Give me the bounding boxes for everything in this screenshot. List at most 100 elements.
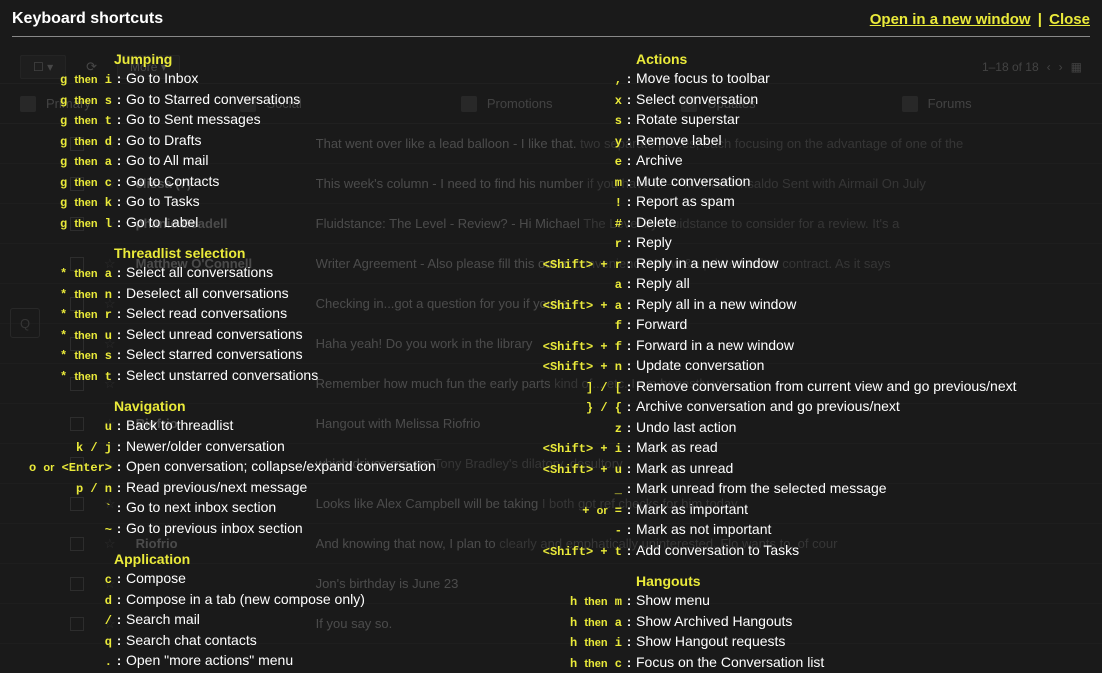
shortcut-row: <Shift> + a:Reply all in a new window [512, 295, 1090, 316]
shortcut-row: g then a:Go to All mail [12, 151, 512, 172]
shortcut-key: } / { [512, 399, 622, 418]
shortcut-row: r:Reply [512, 233, 1090, 254]
shortcut-key: h then a [512, 614, 622, 633]
shortcut-description: Reply [636, 233, 672, 252]
open-new-window-link[interactable]: Open in a new window [870, 11, 1031, 28]
shortcut-row: a:Reply all [512, 274, 1090, 295]
shortcut-description: Delete [636, 213, 676, 232]
shortcut-row: h then m:Show menu [512, 591, 1090, 612]
shortcut-row: u:Back to threadlist [12, 416, 512, 437]
shortcut-row: x:Select conversation [512, 90, 1090, 111]
shortcut-key: d [12, 592, 112, 611]
shortcut-row: * then n:Deselect all conversations [12, 284, 512, 305]
shortcut-row: p / n:Read previous/next message [12, 478, 512, 499]
overlay-header: Keyboard shortcuts Open in a new window … [12, 10, 1090, 37]
shortcut-row: * then s:Select starred conversations [12, 345, 512, 366]
shortcut-row: <Shift> + t:Add conversation to Tasks [512, 541, 1090, 562]
shortcut-description: Show menu [636, 591, 710, 610]
shortcut-description: Show Archived Hangouts [636, 612, 792, 631]
shortcut-description: Update conversation [636, 356, 764, 375]
shortcut-description: Go to Tasks [126, 192, 200, 211]
shortcut-row: q:Search chat contacts [12, 631, 512, 652]
shortcut-row: -:Mark as not important [512, 520, 1090, 541]
close-link[interactable]: Close [1049, 11, 1090, 28]
overlay-title: Keyboard shortcuts [12, 10, 163, 28]
shortcut-description: Go to All mail [126, 151, 208, 170]
shortcut-description: Back to threadlist [126, 416, 233, 435]
shortcut-row: `:Go to next inbox section [12, 498, 512, 519]
shortcut-row: * then t:Select unstarred conversations [12, 366, 512, 387]
shortcut-row: g then d:Go to Drafts [12, 131, 512, 152]
shortcut-description: Undo last action [636, 418, 736, 437]
shortcut-description: Deselect all conversations [126, 284, 289, 303]
shortcut-description: Newer/older conversation [126, 437, 285, 456]
shortcut-key: p / n [12, 480, 112, 499]
shortcut-description: Focus on the Conversation list [636, 653, 824, 672]
shortcut-row: y:Remove label [512, 131, 1090, 152]
shortcut-description: Select starred conversations [126, 345, 303, 364]
shortcut-key: c [12, 571, 112, 590]
shortcut-description: Mark as read [636, 438, 718, 457]
shortcut-key: f [512, 317, 622, 336]
shortcut-key: _ [512, 481, 622, 500]
section-heading: Threadlist selection [12, 241, 512, 263]
shortcut-key: u [12, 418, 112, 437]
shortcut-description: Rotate superstar [636, 110, 740, 129]
shortcut-row: * then a:Select all conversations [12, 263, 512, 284]
shortcut-row: g then c:Go to Contacts [12, 172, 512, 193]
shortcut-description: Go to Inbox [126, 69, 198, 88]
shortcut-description: Archive [636, 151, 683, 170]
shortcut-description: Show Hangout requests [636, 632, 785, 651]
shortcut-row: ~:Go to previous inbox section [12, 519, 512, 540]
shortcut-description: Go to Sent messages [126, 110, 261, 129]
keyboard-shortcuts-overlay: Keyboard shortcuts Open in a new window … [0, 0, 1102, 613]
shortcut-key: ~ [12, 521, 112, 540]
shortcut-key: - [512, 522, 622, 541]
shortcut-row: o or <Enter>:Open conversation; collapse… [12, 457, 512, 478]
shortcut-row: _:Mark unread from the selected message [512, 479, 1090, 500]
shortcut-row: <Shift> + n:Update conversation [512, 356, 1090, 377]
shortcut-key: o or <Enter> [12, 459, 112, 478]
shortcut-description: Reply in a new window [636, 254, 778, 273]
shortcut-description: Archive conversation and go previous/nex… [636, 397, 900, 416]
shortcut-row: g then t:Go to Sent messages [12, 110, 512, 131]
shortcut-row: /:Search mail [12, 610, 512, 631]
shortcut-key: y [512, 133, 622, 152]
shortcut-key: e [512, 153, 622, 172]
shortcut-row: <Shift> + f:Forward in a new window [512, 336, 1090, 357]
shortcut-row: h then i:Show Hangout requests [512, 632, 1090, 653]
shortcut-key: <Shift> + f [512, 338, 622, 357]
shortcut-description: Mark as important [636, 500, 748, 519]
shortcut-key: ` [12, 500, 112, 519]
shortcut-description: Open conversation; collapse/expand conve… [126, 457, 436, 476]
shortcut-key: * then u [12, 327, 112, 346]
shortcut-description: Report as spam [636, 192, 735, 211]
shortcut-row: h then c:Focus on the Conversation list [512, 653, 1090, 673]
shortcut-key: q [12, 633, 112, 652]
section-heading: Application [12, 547, 512, 569]
shortcut-key: g then s [12, 92, 112, 111]
shortcut-row: g then l:Go to Label [12, 213, 512, 234]
shortcut-description: Mark unread from the selected message [636, 479, 887, 498]
shortcut-key: <Shift> + u [512, 461, 622, 480]
shortcuts-right-column: Actions,:Move focus to toolbarx:Select c… [512, 47, 1090, 673]
shortcuts-left-column: Jumpingg then i:Go to Inboxg then s:Go t… [12, 47, 512, 673]
shortcut-description: Forward [636, 315, 687, 334]
shortcut-description: Open "more actions" menu [126, 651, 293, 670]
shortcut-key: <Shift> + a [512, 297, 622, 316]
shortcut-key: * then s [12, 347, 112, 366]
shortcut-description: Reply all [636, 274, 690, 293]
shortcut-description: Go to Starred conversations [126, 90, 300, 109]
section-heading: Navigation [12, 394, 512, 416]
shortcut-description: Move focus to toolbar [636, 69, 770, 88]
shortcut-key: * then t [12, 368, 112, 387]
shortcut-description: Compose in a tab (new compose only) [126, 590, 365, 609]
shortcut-key: <Shift> + i [512, 440, 622, 459]
shortcut-key: g then a [12, 153, 112, 172]
shortcut-key: z [512, 420, 622, 439]
shortcut-description: Read previous/next message [126, 478, 307, 497]
shortcut-row: * then r:Select read conversations [12, 304, 512, 325]
shortcut-key: * then a [12, 265, 112, 284]
shortcut-description: Add conversation to Tasks [636, 541, 799, 560]
shortcut-key: ] / [ [512, 379, 622, 398]
